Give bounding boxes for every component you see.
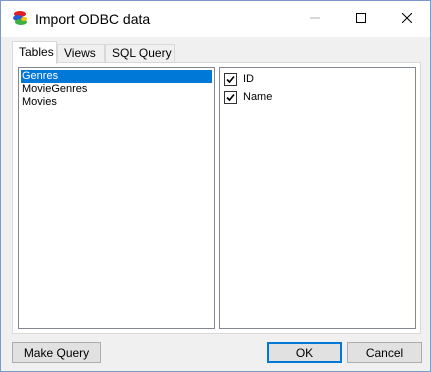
list-item-genres[interactable]: Genres <box>21 70 212 83</box>
import-odbc-dialog: Import ODBC data Tables Views SQL Query … <box>0 0 431 372</box>
close-icon <box>402 13 412 23</box>
tab-tables[interactable]: Tables <box>12 41 57 64</box>
window-title: Import ODBC data <box>35 11 151 27</box>
list-item-movies[interactable]: Movies <box>21 96 212 109</box>
field-name-label: Name <box>243 91 273 103</box>
cancel-button[interactable]: Cancel <box>347 342 422 363</box>
odbc-app-icon <box>13 11 27 25</box>
list-item-moviegenres[interactable]: MovieGenres <box>21 83 212 96</box>
title-bar[interactable]: Import ODBC data <box>1 1 430 37</box>
maximize-icon <box>356 13 366 23</box>
fields-list: ID Name <box>219 67 416 329</box>
maximize-button[interactable] <box>338 1 384 35</box>
close-button[interactable] <box>384 1 430 35</box>
field-row-name[interactable]: Name <box>224 90 272 104</box>
tables-tab-panel: Genres MovieGenres Movies ID Name <box>12 62 421 334</box>
make-query-button[interactable]: Make Query <box>12 342 101 363</box>
field-id-label: ID <box>243 73 254 85</box>
minimize-icon <box>310 17 320 19</box>
ok-button[interactable]: OK <box>267 342 342 363</box>
tab-sql-query[interactable]: SQL Query <box>105 44 175 63</box>
field-name-checkbox[interactable] <box>224 90 237 104</box>
checkmark-icon <box>226 75 235 83</box>
field-row-id[interactable]: ID <box>224 72 254 86</box>
checkmark-icon <box>226 93 235 101</box>
minimize-button[interactable] <box>292 1 338 35</box>
field-id-checkbox[interactable] <box>224 72 237 86</box>
tables-list[interactable]: Genres MovieGenres Movies <box>18 67 215 329</box>
tab-views[interactable]: Views <box>57 44 105 63</box>
